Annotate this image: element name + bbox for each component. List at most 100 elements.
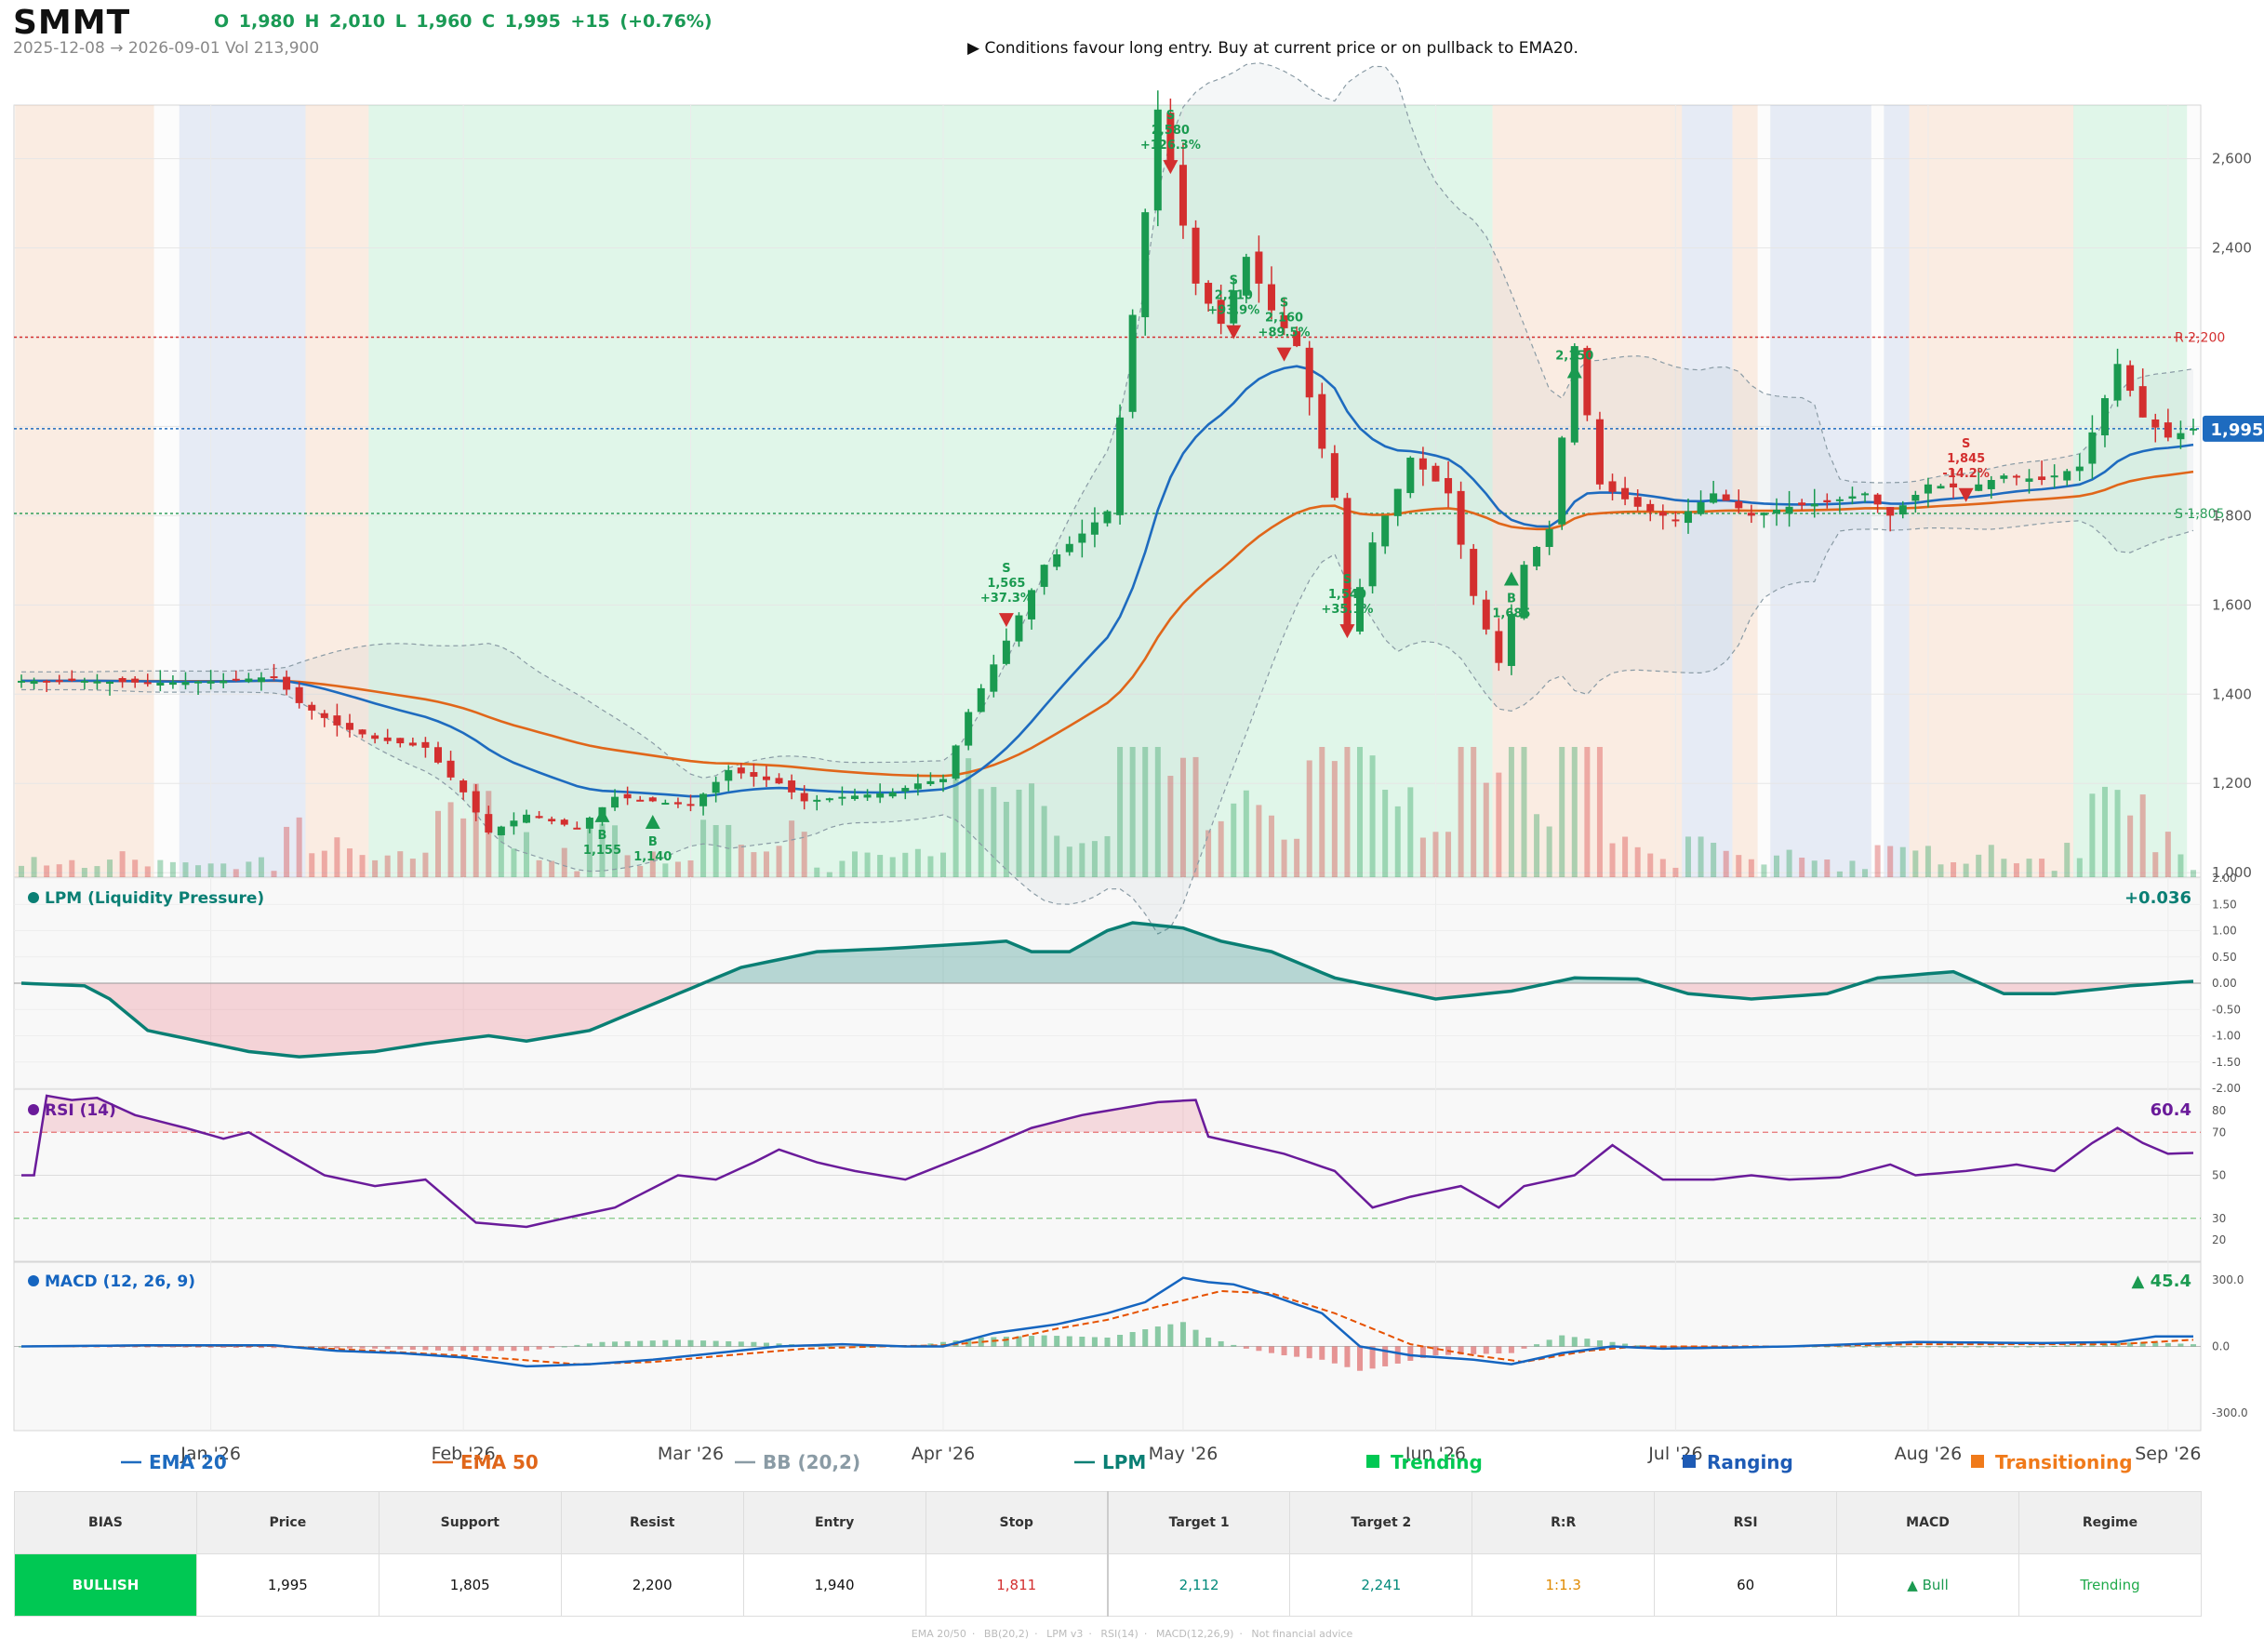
volume-bar (1306, 760, 1312, 877)
candle-body (2000, 475, 2008, 479)
macd-hist-bar (1054, 1336, 1060, 1347)
macd-hist-bar (1319, 1346, 1325, 1360)
footer-item: Not financial advice (1251, 1628, 1353, 1640)
volume-bar (1774, 855, 1780, 877)
volume-bar (801, 832, 807, 877)
col-support: Support (378, 1491, 562, 1554)
macd-hist-bar (1496, 1346, 1502, 1354)
candle-body (446, 760, 455, 778)
candle-body (433, 747, 442, 763)
candle-body (2100, 398, 2109, 436)
lpm-tick-label: 0.00 (2212, 977, 2237, 990)
candle-body (1835, 499, 1844, 501)
volume-bar (1761, 864, 1767, 877)
volume-bar (1344, 747, 1351, 877)
macd-hist-bar (2064, 1345, 2071, 1347)
volume-bar (1723, 850, 1729, 877)
candle-body (1710, 493, 1718, 503)
volume-bar (2013, 863, 2019, 877)
rsi-tick-label: 20 (2212, 1233, 2226, 1246)
buy-label: B (1507, 593, 1516, 606)
candle-body (1747, 513, 1755, 516)
candle-body (1470, 549, 1478, 596)
candle-body (1595, 419, 1604, 485)
candle-body (2012, 475, 2020, 478)
candle-body (535, 816, 543, 819)
macd-tick-label: -300.0 (2212, 1406, 2248, 1419)
macd-hist-bar (2177, 1343, 2184, 1347)
lpm-dot-icon (28, 892, 39, 903)
candle-body (800, 793, 808, 802)
candle-body (1015, 615, 1023, 642)
volume-bar (409, 859, 416, 877)
candle-body (459, 780, 468, 793)
candle-body (699, 793, 708, 806)
volume-bar (674, 861, 681, 877)
sell-price: 1,540 (1328, 588, 1366, 602)
volume-bar (637, 865, 644, 877)
price-tick-label: 1,200 (2212, 775, 2252, 792)
candle-body (106, 681, 114, 685)
candle-body (1103, 511, 1112, 524)
candle-body (1330, 453, 1338, 499)
sell-label: S (1280, 297, 1288, 311)
macd-hist-bar (1205, 1337, 1212, 1347)
volume-bar (1672, 867, 1679, 877)
candle-body (55, 680, 63, 683)
macd-tick-label: 0.0 (2212, 1340, 2230, 1353)
candle-body (93, 681, 101, 684)
sell-pct: +89.5% (1259, 326, 1311, 340)
volume-bar (1483, 782, 1489, 877)
macd-hist-bar (763, 1342, 769, 1347)
macd-hist-bar (574, 1344, 580, 1347)
summary-header-row: BIAS Price Support Resist Entry Stop Tar… (14, 1491, 2203, 1554)
buy-label: B (598, 829, 607, 843)
price-tick-label: 1,600 (2212, 596, 2252, 613)
macd-hist-bar (2191, 1344, 2196, 1347)
macd-hist-bar (1508, 1346, 1514, 1353)
volume-bar (1698, 836, 1704, 877)
macd-hist-bar (498, 1346, 504, 1352)
volume-bar (384, 855, 391, 877)
candle-body (181, 682, 190, 686)
volume-bar (1685, 836, 1691, 877)
chart-canvas[interactable]: R 2,200S 1,8051,995 B1,155B1,140S1,565+3… (0, 0, 2264, 1488)
macd-hist-bar (561, 1346, 567, 1348)
rsi-tick-label: 80 (2212, 1104, 2226, 1117)
volume-bar (902, 852, 909, 877)
candle-body (813, 799, 821, 802)
sell-label: S (1962, 437, 1970, 451)
volume-bar (1281, 839, 1287, 877)
candle-body (232, 678, 240, 681)
volume-bar (447, 802, 454, 877)
volume-bar (1951, 861, 1957, 877)
col-bias: BIAS (14, 1491, 197, 1554)
value-resist: 2,200 (560, 1553, 744, 1617)
macd-hist-bar (397, 1346, 404, 1350)
macd-hist-bar (536, 1346, 542, 1350)
volume-bar (2089, 793, 2096, 877)
volume-bar (2026, 859, 2032, 877)
volume-bar (1912, 850, 1919, 877)
volume-bar (776, 846, 782, 877)
candle-body (383, 737, 392, 741)
volume-bar (31, 857, 37, 877)
sell-label: S (1166, 109, 1175, 123)
volume-bar (1647, 853, 1654, 877)
candle-body (1861, 493, 1870, 496)
macd-hist-bar (1407, 1346, 1414, 1361)
candle-body (876, 793, 885, 798)
macd-hist-bar (1988, 1346, 1994, 1348)
macd-hist-bar (422, 1346, 429, 1351)
macd-hist-bar (1091, 1337, 1098, 1347)
candle-body (750, 772, 758, 778)
macd-hist-bar (524, 1346, 530, 1352)
macd-hist-bar (1243, 1346, 1249, 1349)
macd-hist-bar (2026, 1346, 2032, 1348)
value-support: 1,805 (378, 1553, 562, 1617)
volume-bar (1799, 857, 1805, 877)
time-tick-label: Sep '26 (2135, 1444, 2201, 1464)
time-tick-label: Apr '26 (912, 1444, 975, 1464)
candle-body (118, 678, 127, 683)
volume-bar (195, 865, 202, 877)
